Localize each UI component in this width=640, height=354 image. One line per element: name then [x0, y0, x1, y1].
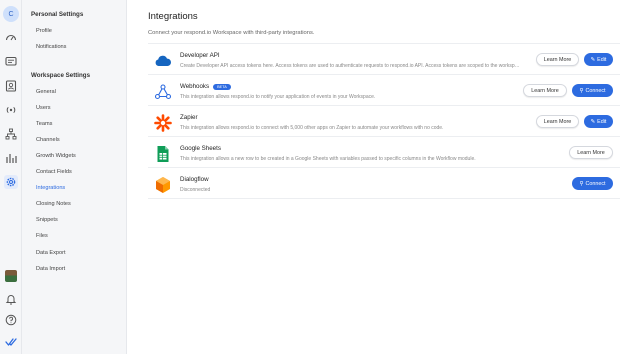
sidebar-item-data-import[interactable]: Data Import: [36, 266, 65, 272]
page-title: Integrations: [148, 11, 198, 22]
learn-more-button[interactable]: Learn More: [536, 115, 579, 128]
contacts-icon[interactable]: [4, 79, 18, 93]
integration-description: Create Developer API access tokens here.…: [180, 63, 522, 69]
list-item-developer-api: Developer API Create Developer API acces…: [148, 44, 620, 75]
messages-icon[interactable]: [4, 55, 18, 69]
integrations-list: Developer API Create Developer API acces…: [148, 43, 620, 199]
learn-more-button[interactable]: Learn More: [536, 53, 579, 66]
integration-description: This integration allows a new row to be …: [180, 156, 476, 162]
webhook-icon: [154, 83, 172, 101]
help-icon[interactable]: [4, 313, 18, 327]
integration-name: Google Sheets: [180, 145, 221, 152]
sidebar-item-data-export[interactable]: Data Export: [36, 250, 66, 256]
sidebar-item-notifications[interactable]: Notifications: [36, 44, 66, 50]
sidebar-item-contact-fields[interactable]: Contact Fields: [36, 169, 72, 175]
integration-name: Zapier: [180, 114, 198, 121]
sidebar-item-snippets[interactable]: Snippets: [36, 217, 58, 223]
plug-icon: ⚲: [579, 180, 584, 187]
settings-gear-icon[interactable]: [4, 175, 18, 189]
workspace-avatar[interactable]: C: [3, 6, 19, 22]
integration-description: This integration allows respond.io to co…: [180, 125, 444, 131]
settings-sidebar: Personal Settings Profile Notifications …: [22, 0, 127, 354]
sidebar-item-profile[interactable]: Profile: [36, 28, 52, 34]
list-item-google-sheets: Google Sheets This integration allows a …: [148, 137, 620, 168]
sidebar-item-files[interactable]: Files: [36, 233, 48, 239]
workflows-icon[interactable]: [4, 127, 18, 141]
plug-icon: ⚲: [579, 87, 584, 94]
connect-button[interactable]: ⚲ Connect: [572, 84, 613, 97]
edit-button[interactable]: ✎ Edit: [584, 53, 613, 66]
sidebar-item-closing-notes[interactable]: Closing Notes: [36, 201, 71, 207]
sidebar-item-growth-widgets[interactable]: Growth Widgets: [36, 153, 76, 159]
broadcast-icon[interactable]: [4, 103, 18, 117]
dashboard-icon[interactable]: [4, 31, 18, 45]
integration-name: Dialogflow: [180, 176, 209, 183]
dialogflow-logo-icon: [154, 176, 172, 194]
sidebar-item-teams[interactable]: Teams: [36, 121, 52, 127]
notifications-bell-icon[interactable]: [4, 292, 18, 306]
respond-logo-icon[interactable]: [4, 335, 18, 349]
workspace-settings-heading: Workspace Settings: [31, 72, 91, 79]
integration-status: Disconnected: [180, 187, 211, 193]
list-item-webhooks: Webhooks BETA This integration allows res…: [148, 75, 620, 106]
beta-badge: BETA: [213, 83, 231, 90]
integration-description: This integration allows respond.io to no…: [180, 94, 376, 100]
learn-more-button[interactable]: Learn More: [523, 84, 567, 97]
learn-more-button[interactable]: Learn More: [569, 146, 613, 159]
sidebar-item-users[interactable]: Users: [36, 105, 51, 111]
pencil-icon: ✎: [590, 56, 596, 63]
icon-rail: C: [0, 0, 22, 354]
cloud-icon: [154, 52, 172, 70]
zapier-logo-icon: [154, 114, 172, 132]
page-subtitle: Connect your respond.io Workspace with t…: [148, 30, 315, 36]
google-sheets-icon: [154, 145, 172, 163]
edit-button[interactable]: ✎ Edit: [584, 115, 613, 128]
pencil-icon: ✎: [590, 118, 596, 125]
reports-icon[interactable]: [4, 151, 18, 165]
user-avatar[interactable]: [5, 270, 17, 282]
connect-button[interactable]: ⚲ Connect: [572, 177, 613, 190]
sidebar-item-general[interactable]: General: [36, 89, 56, 95]
sidebar-item-channels[interactable]: Channels: [36, 137, 60, 143]
list-item-zapier: Zapier This integration allows respond.i…: [148, 106, 620, 137]
sidebar-item-integrations[interactable]: Integrations: [36, 185, 65, 191]
list-item-dialogflow: Dialogflow Disconnected ⚲ Connect: [148, 168, 620, 199]
integration-name: Webhooks BETA: [180, 83, 231, 90]
personal-settings-heading: Personal Settings: [31, 11, 84, 18]
integration-name: Developer API: [180, 52, 220, 59]
